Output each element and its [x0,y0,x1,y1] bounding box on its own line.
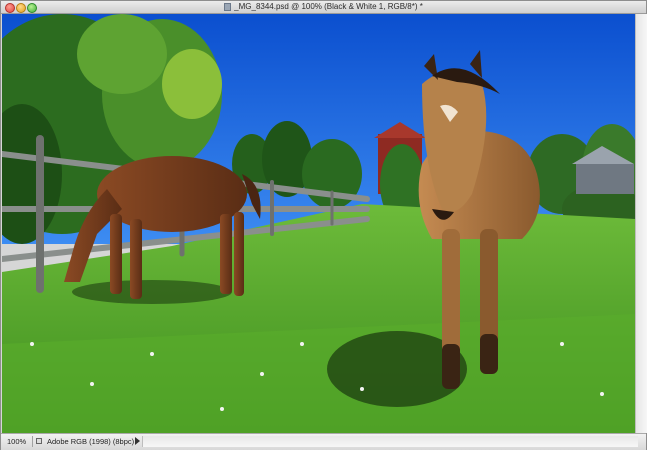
title-bar[interactable]: _MG_8344.psd @ 100% (Black & White 1, RG… [1,1,646,14]
window-title-group: _MG_8344.psd @ 100% (Black & White 1, RG… [1,1,646,13]
color-profile-info: Adobe RGB (1998) (8bpc) [47,437,135,446]
photo-image [2,14,635,433]
status-menu-arrow-icon[interactable] [135,437,140,445]
zoom-level[interactable]: 100% [7,437,26,446]
status-divider [32,436,33,447]
vertical-scrollbar[interactable] [635,14,647,433]
horizontal-scrollbar[interactable] [142,436,638,447]
left-horse-shadow [72,280,232,304]
photoshop-document-window: _MG_8344.psd @ 100% (Black & White 1, RG… [0,0,647,450]
window-title: _MG_8344.psd @ 100% (Black & White 1, RG… [234,2,423,11]
status-bar: 100% Adobe RGB (1998) (8bpc) [1,433,646,450]
document-info-icon[interactable] [36,438,42,444]
psd-file-icon [224,3,232,11]
document-canvas[interactable] [2,14,635,433]
